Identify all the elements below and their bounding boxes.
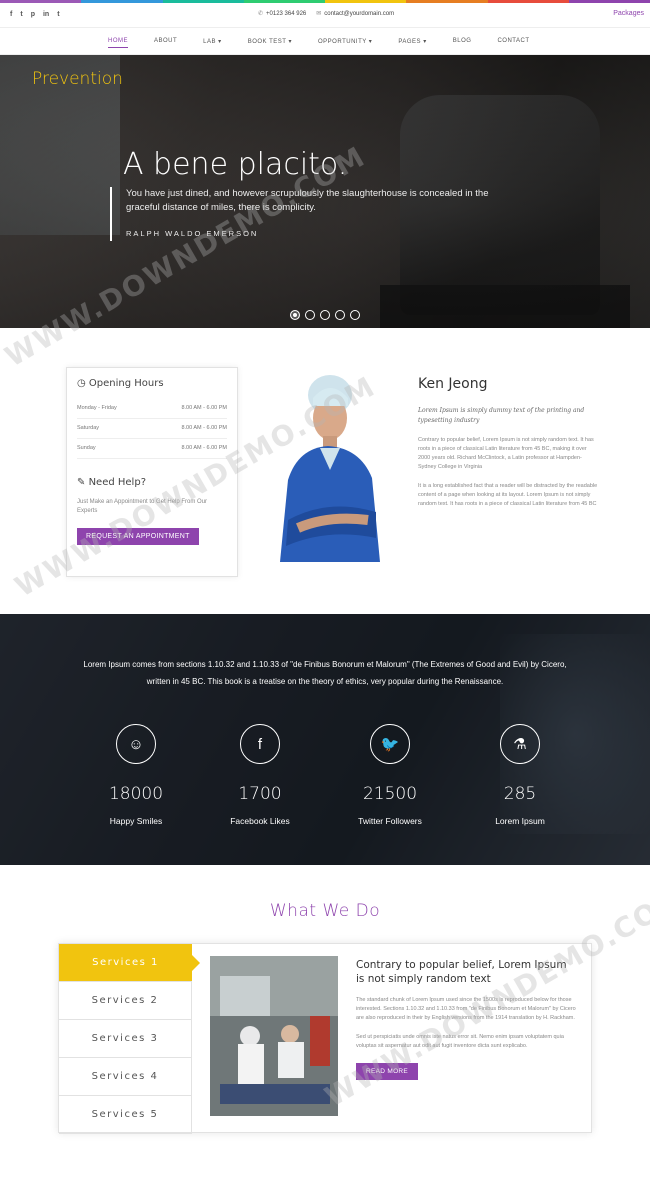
stat-label: Lorem Ipsum — [495, 816, 545, 826]
nav-list: HOME ABOUT LAB ▾ BOOK TEST ▾ OPPORTUNITY ▾ PA… — [108, 38, 556, 48]
stat-number: 18000 — [108, 784, 164, 804]
services-tabs: Services 1 Services 2 Services 3 Services 4… — [59, 944, 200, 1134]
nav-item-contact[interactable]: CONTACT — [497, 38, 529, 48]
doctor-name: Ken Jeong — [418, 376, 488, 392]
hours-day: Monday - Friday — [77, 405, 117, 411]
stat-item: 🐦 21500 Twitter Followers — [335, 724, 445, 826]
nav-item-booktest[interactable]: BOOK TEST ▾ — [248, 38, 292, 48]
linkedin-icon[interactable]: in — [43, 11, 49, 18]
flask-icon: ⚗ — [500, 724, 540, 764]
opening-hours-card: ◷ Opening Hours Monday - Friday 8.00 AM -… — [66, 367, 238, 577]
twitter-icon[interactable]: t — [20, 11, 22, 18]
main-nav: HOME ABOUT LAB ▾ BOOK TEST ▾ OPPORTUNITY ▾ PA… — [0, 27, 650, 55]
service-heading: Contrary to popular belief, Lorem Ipsum … — [356, 959, 567, 985]
doctor-bio-2: It is a long established fact that a rea… — [418, 483, 598, 507]
stat-item: ☺ 18000 Happy Smiles — [81, 724, 191, 826]
hours-day: Sunday — [77, 445, 96, 451]
slider-dots — [290, 310, 360, 320]
pinterest-icon[interactable]: p — [31, 11, 35, 18]
stat-number: 1700 — [238, 784, 282, 804]
service-photo — [210, 956, 338, 1116]
slider-dot[interactable] — [305, 310, 315, 320]
clock-icon: ◷ — [77, 378, 86, 389]
nav-item-pages[interactable]: PAGES ▾ — [398, 38, 426, 48]
opening-hours-title: ◷ Opening Hours — [77, 378, 227, 389]
edit-icon: ✎ — [77, 477, 86, 488]
hero-quote-author: Ralph Waldo Emerson — [126, 229, 259, 238]
request-appointment-button[interactable]: REQUEST AN APPOINTMENT — [77, 528, 199, 545]
hero-quote-text: You have just dined, and however scrupul… — [126, 188, 489, 213]
top-bar: f t p in t ✆ +0123 364 926 ✉ contact@yourdomai… — [0, 3, 650, 27]
phone-icon: ✆ — [258, 11, 264, 17]
nav-item-blog[interactable]: BLOG — [453, 38, 472, 48]
doctor-photo — [280, 375, 380, 562]
facebook-icon: f — [240, 724, 280, 764]
read-more-button[interactable]: READ MORE — [356, 1063, 419, 1080]
service-tab-1[interactable]: Services 1 — [59, 944, 200, 982]
smile-icon: ☺ — [116, 724, 156, 764]
hours-time: 8.00 AM - 6.00 PM — [181, 425, 227, 431]
opening-hours-label: Opening Hours — [88, 378, 164, 389]
need-help: ✎ Need Help? Just Make an Appointment to… — [77, 477, 227, 545]
nav-item-home[interactable]: HOME — [108, 38, 128, 48]
doctor-bio-1: Contrary to popular belief, Lorem Ipsum … — [418, 437, 594, 470]
hero-slider: Prevention A bene placito. You have just… — [0, 55, 650, 328]
service-text-2: Sed ut perspiciatis unde omnis iste natu… — [356, 1034, 564, 1049]
stats-section: Lorem Ipsum comes from sections 1.10.32 … — [0, 614, 650, 865]
stat-number: 21500 — [362, 784, 418, 804]
hours-row: Saturday 8.00 AM - 6.00 PM — [77, 419, 227, 439]
hours-time: 8.00 AM - 6.00 PM — [181, 445, 227, 451]
social-links: f t p in t — [10, 11, 60, 18]
what-we-do-title: What We Do — [269, 901, 381, 921]
nav-item-opportunity[interactable]: OPPORTUNITY ▾ — [318, 38, 372, 48]
service-content: Contrary to popular belief, Lorem Ipsum … — [356, 958, 576, 1080]
email-item[interactable]: ✉ contact@yourdomain.com — [316, 10, 394, 17]
hours-time: 8.00 AM - 6.00 PM — [181, 405, 227, 411]
doctor-subtitle: Lorem Ipsum is simply dummy text of the … — [418, 407, 585, 424]
nav-item-about[interactable]: ABOUT — [154, 38, 177, 48]
hero-quote: You have just dined, and however scrupul… — [110, 187, 510, 241]
stats-intro: Lorem Ipsum comes from sections 1.10.32 … — [83, 660, 567, 686]
need-help-label: Need Help? — [88, 477, 146, 488]
service-tab-3[interactable]: Services 3 — [59, 1020, 192, 1058]
stat-item: f 1700 Facebook Likes — [205, 724, 315, 826]
hours-list: Monday - Friday 8.00 AM - 6.00 PM Saturday… — [77, 399, 227, 459]
stat-label: Twitter Followers — [358, 816, 422, 826]
facebook-icon[interactable]: f — [10, 11, 12, 18]
service-tab-4[interactable]: Services 4 — [59, 1058, 192, 1096]
tumblr-icon[interactable]: t — [57, 11, 59, 18]
hero-title: A bene placito. — [123, 147, 348, 182]
twitter-icon: 🐦 — [370, 724, 410, 764]
slider-dot[interactable] — [320, 310, 330, 320]
doctor-profile: Ken Jeong Lorem Ipsum is simply dummy te… — [418, 376, 598, 509]
nav-item-lab[interactable]: LAB ▾ — [203, 38, 222, 48]
stat-label: Facebook Likes — [230, 816, 290, 826]
stat-label: Happy Smiles — [109, 816, 163, 826]
slider-dot[interactable] — [350, 310, 360, 320]
need-help-title: ✎ Need Help? — [77, 477, 227, 488]
phone-item: ✆ +0123 364 926 — [258, 10, 306, 17]
stat-item: ⚗ 285 Lorem Ipsum — [465, 724, 575, 826]
service-tab-5[interactable]: Services 5 — [59, 1096, 192, 1134]
email-text[interactable]: contact@yourdomain.com — [324, 11, 394, 17]
contact-info: ✆ +0123 364 926 ✉ contact@yourdomain.com — [258, 10, 394, 17]
hours-row: Monday - Friday 8.00 AM - 6.00 PM — [77, 399, 227, 419]
slider-dot[interactable] — [290, 310, 300, 320]
services-box: Services 1 Services 2 Services 3 Services 4… — [58, 943, 592, 1134]
packages-link[interactable]: Packages — [613, 10, 644, 17]
service-tab-2[interactable]: Services 2 — [59, 982, 192, 1020]
hero-tag: Prevention — [32, 69, 123, 89]
hours-day: Saturday — [77, 425, 100, 431]
slider-dot[interactable] — [335, 310, 345, 320]
service-text-1: The standard chunk of Lorem Ipsum used s… — [356, 997, 576, 1021]
stat-number: 285 — [503, 784, 537, 804]
hours-row: Sunday 8.00 AM - 6.00 PM — [77, 439, 227, 459]
need-help-text: Just Make an Appointment to Get Help Fro… — [77, 499, 208, 514]
phone-text: +0123 364 926 — [266, 11, 307, 17]
mail-icon: ✉ — [316, 11, 322, 17]
